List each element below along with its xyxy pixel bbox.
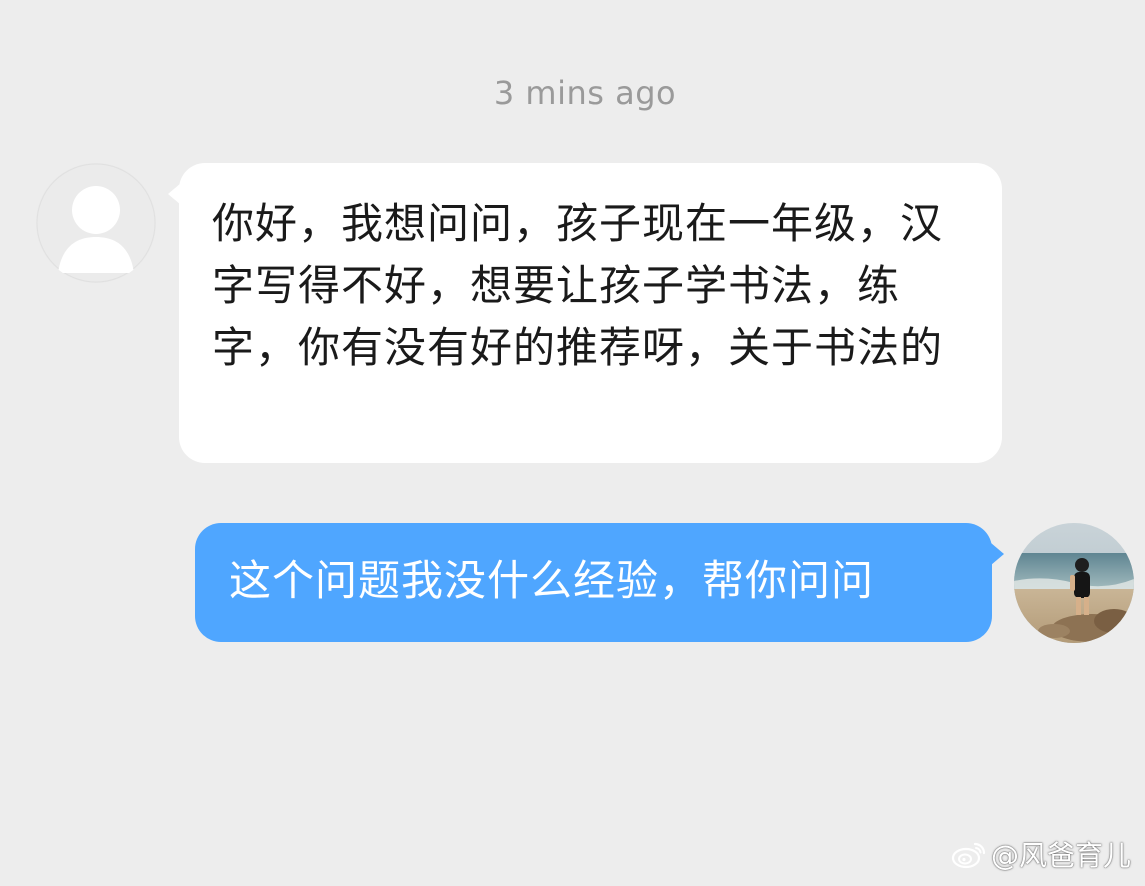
outgoing-message-text: 这个问题我没什么经验，帮你问问 <box>229 556 875 605</box>
weibo-watermark: @风爸育儿 <box>951 834 1131 874</box>
incoming-message-text: 你好，我想问问，孩子现在一年级，汉字写得不好，想要让孩子学书法，练字，你有没有好… <box>212 199 944 372</box>
message-timestamp: 3 mins ago <box>493 74 677 112</box>
incoming-message-bubble[interactable]: 你好，我想问问，孩子现在一年级，汉字写得不好，想要让孩子学书法，练字，你有没有好… <box>168 163 1002 463</box>
bubble-tail <box>168 183 181 205</box>
weibo-logo-icon <box>951 842 986 869</box>
watermark-text: @风爸育儿 <box>990 839 1131 872</box>
contact-avatar[interactable] <box>36 163 156 283</box>
my-avatar[interactable] <box>1014 523 1134 643</box>
outgoing-message-bubble[interactable]: 这个问题我没什么经验，帮你问问 <box>195 523 1004 642</box>
profile-photo-child-at-beach <box>1014 523 1134 643</box>
bubble-tail <box>991 543 1004 565</box>
default-user-silhouette-icon <box>36 163 156 283</box>
